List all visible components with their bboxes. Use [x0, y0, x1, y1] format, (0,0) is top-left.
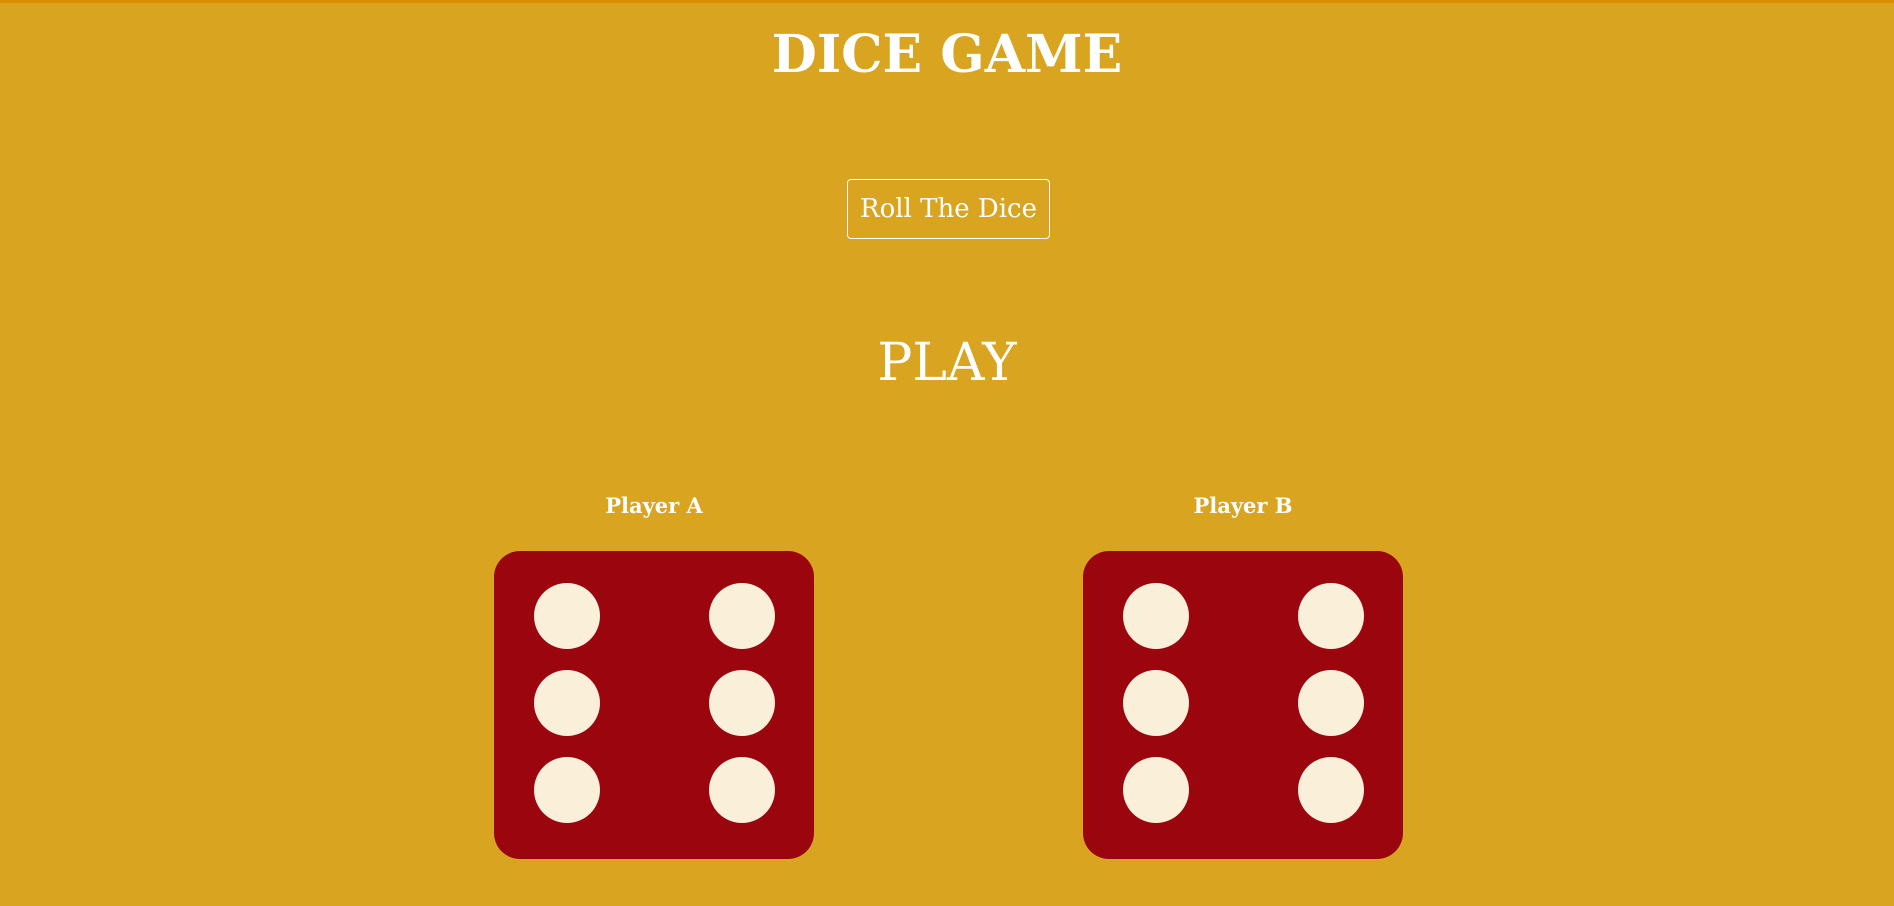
die-pip — [709, 757, 775, 823]
game-status: PLAY — [877, 333, 1017, 393]
die-pip — [1298, 757, 1364, 823]
die-pip — [709, 583, 775, 649]
die-pip — [534, 583, 600, 649]
player-a-die — [494, 551, 814, 859]
die-pip — [1123, 757, 1189, 823]
player-b-name: Player B — [1193, 493, 1293, 518]
game-title: DICE GAME — [771, 24, 1123, 85]
die-pip — [1298, 670, 1364, 736]
player-a-panel: Player A — [494, 491, 814, 859]
die-pip — [1123, 583, 1189, 649]
die-pip — [1298, 583, 1364, 649]
roll-dice-button[interactable]: Roll The Dice — [847, 179, 1050, 239]
die-pip — [534, 670, 600, 736]
die-pip — [1123, 670, 1189, 736]
player-b-die — [1083, 551, 1403, 859]
player-a-name: Player A — [605, 493, 703, 518]
player-b-panel: Player B — [1083, 491, 1403, 859]
die-pip — [709, 670, 775, 736]
die-pip — [534, 757, 600, 823]
